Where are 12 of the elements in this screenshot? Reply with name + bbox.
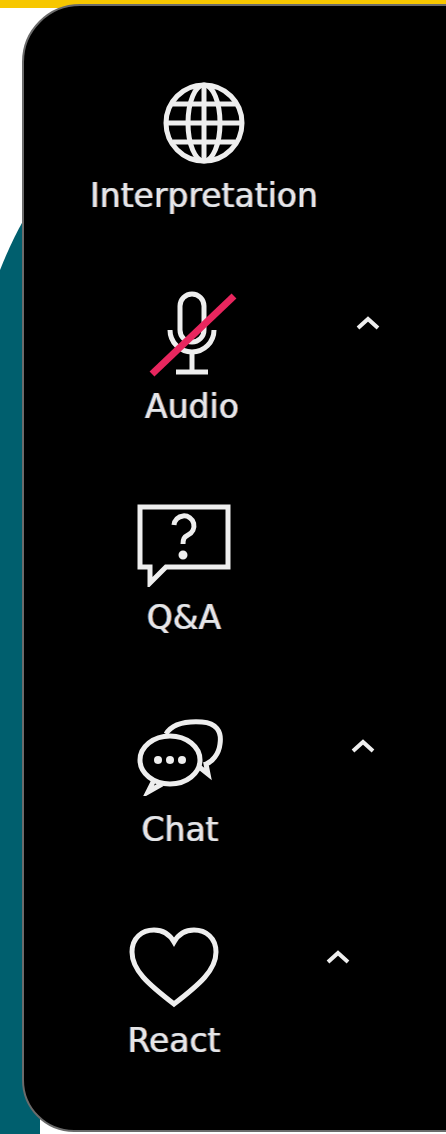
- chat-bubbles-icon: [136, 717, 224, 796]
- toolbar-button[interactable]: Audio: [42, 285, 342, 427]
- heart-icon: [128, 925, 220, 1010]
- toolbar-button[interactable]: Interpretation: [54, 74, 354, 215]
- toolbar-button[interactable]: Q&A: [34, 496, 334, 638]
- question-bubble-icon: [136, 503, 232, 588]
- toolbar-button[interactable]: React: [24, 918, 324, 1060]
- caret-icon[interactable]: [325, 948, 351, 965]
- caret-icon[interactable]: [350, 737, 376, 754]
- globe-icon: [161, 80, 247, 166]
- toolbar-button[interactable]: Chat: [30, 707, 330, 849]
- caret-icon[interactable]: [355, 315, 381, 332]
